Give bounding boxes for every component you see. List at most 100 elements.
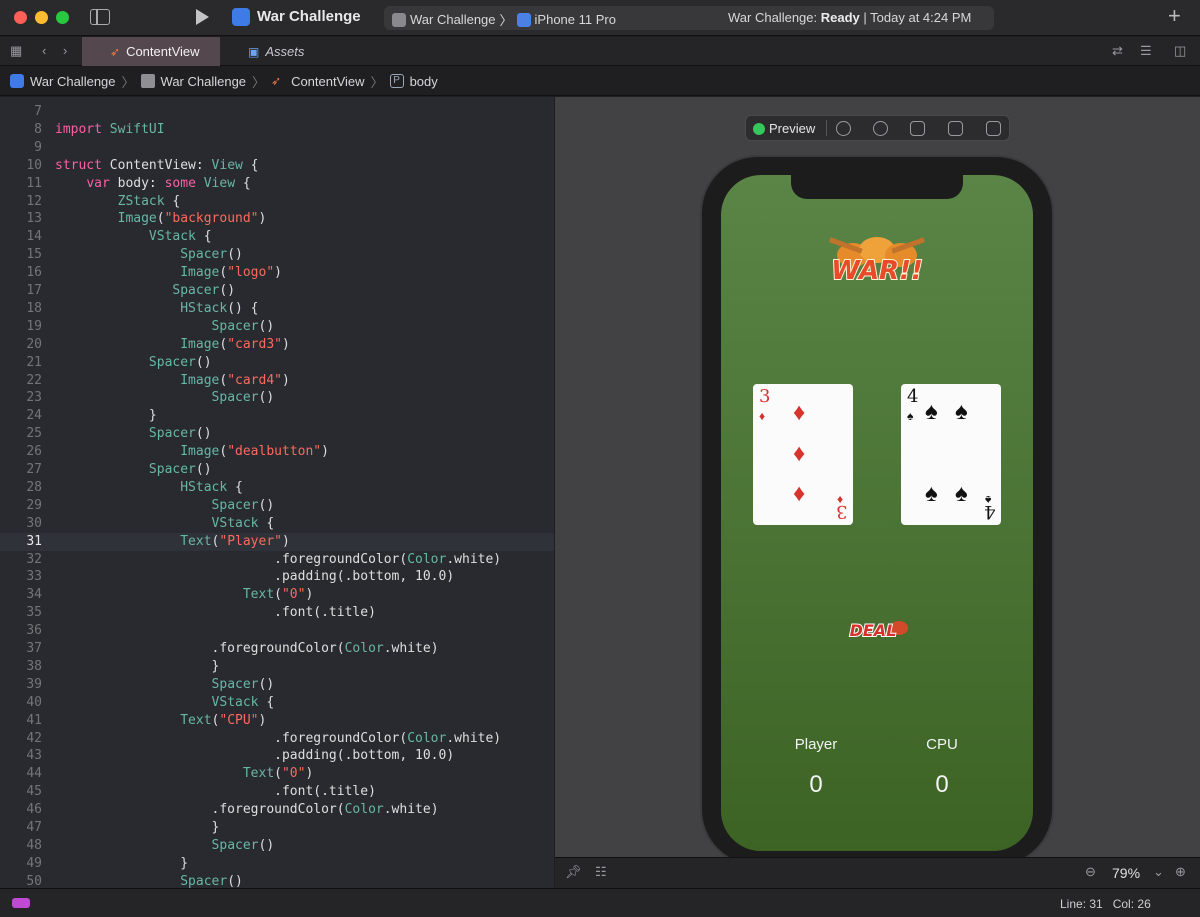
code-line[interactable]: 14 VStack { [0, 228, 554, 246]
code-line[interactable]: 27 Spacer() [0, 461, 554, 479]
swift-icon: ➶ [110, 44, 121, 59]
code-line[interactable]: 39 Spacer() [0, 676, 554, 694]
code-line[interactable]: 38 } [0, 658, 554, 676]
code-editor[interactable]: 7 8 import SwiftUI 9 10 struct ContentView: V… [0, 97, 554, 888]
destination-name[interactable]: iPhone 11 Pro [535, 12, 616, 27]
scheme-selector[interactable]: War Challenge 〉 iPhone 11 Pro [392, 10, 616, 29]
minimize-window-button[interactable] [35, 11, 48, 24]
editor-options-icon[interactable]: ☰ [1140, 44, 1152, 58]
code-line[interactable]: 48 Spacer() [0, 837, 554, 855]
code-line[interactable]: 16 Image("logo") [0, 264, 554, 282]
line-number: 33 [26, 569, 42, 585]
code-line[interactable]: 43 .padding(.bottom, 10.0) [0, 747, 554, 765]
preview-label[interactable]: Preview [769, 121, 815, 136]
tab-contentview[interactable]: ➶ ContentView [82, 37, 220, 66]
code-line[interactable]: 13 Image("background") [0, 210, 554, 228]
deal-button[interactable]: DEAL [843, 616, 911, 644]
device-settings-icon[interactable] [948, 121, 963, 136]
code-line[interactable]: 24 } [0, 407, 554, 425]
code-line[interactable]: 12 ZStack { [0, 193, 554, 211]
code-line[interactable]: 22 Image("card4") [0, 372, 554, 390]
zoom-window-button[interactable] [56, 11, 69, 24]
player-label: Player [794, 736, 838, 753]
tab-bar: ▦ ‹ › ➶ ContentView ▣ Assets ⇄ ☰ ◫ [0, 37, 1200, 66]
zoom-out-icon[interactable]: ⊖ [1085, 865, 1096, 879]
code-line[interactable]: 29 Spacer() [0, 497, 554, 515]
back-icon[interactable]: ‹ [42, 44, 46, 58]
inspect-icon[interactable] [873, 121, 888, 136]
breadcrumb: War Challenge 〉 War Challenge 〉 ➶ Conten… [0, 67, 1200, 96]
breadcrumb-group[interactable]: War Challenge [161, 74, 247, 89]
line-number: 28 [26, 479, 42, 495]
code-line[interactable]: 34 Text("0") [0, 586, 554, 604]
line-number: 18 [26, 300, 42, 316]
code-line[interactable]: 32 .foregroundColor(Color.white) [0, 551, 554, 569]
code-line[interactable]: 18 HStack() { [0, 300, 554, 318]
code-line[interactable]: 23 Spacer() [0, 389, 554, 407]
code-line[interactable]: 42 .foregroundColor(Color.white) [0, 730, 554, 748]
live-preview-icon[interactable] [836, 121, 851, 136]
pin-icon[interactable]: 📌︎ [565, 865, 582, 879]
breadcrumb-file[interactable]: ContentView [291, 74, 364, 89]
code-line[interactable]: 35 .font(.title) [0, 604, 554, 622]
line-number: Line: 31 [1060, 897, 1103, 911]
code-line[interactable]: 25 Spacer() [0, 425, 554, 443]
chevron-down-icon[interactable]: ⌄ [1153, 865, 1164, 879]
code-line[interactable]: 44 Text("0") [0, 765, 554, 783]
code-text: Spacer() [211, 497, 275, 513]
debug-area-toggle-icon[interactable] [12, 898, 30, 908]
zoom-level[interactable]: 79% [1112, 865, 1140, 881]
code-line[interactable]: 7 [0, 103, 554, 121]
code-line[interactable]: 40 VStack { [0, 694, 554, 712]
close-window-button[interactable] [14, 11, 27, 24]
tab-assets[interactable]: ▣ Assets [220, 37, 340, 66]
line-number: 29 [26, 497, 42, 513]
zoom-in-icon[interactable]: ⊕ [1175, 865, 1186, 879]
breadcrumb-symbol[interactable]: body [410, 74, 438, 89]
forward-icon[interactable]: › [63, 44, 67, 58]
code-line[interactable]: 21 Spacer() [0, 354, 554, 372]
breadcrumb-project[interactable]: War Challenge [30, 74, 116, 89]
line-number: 40 [26, 694, 42, 710]
code-line[interactable]: 8 import SwiftUI [0, 121, 554, 139]
code-text: Image("card3") [180, 336, 290, 352]
code-line[interactable]: 45 .font(.title) [0, 783, 554, 801]
code-line[interactable]: 33 .padding(.bottom, 10.0) [0, 568, 554, 586]
code-line[interactable]: 26 Image("dealbutton") [0, 443, 554, 461]
code-text: .font(.title) [55, 784, 376, 800]
code-line[interactable]: 49 } [0, 855, 554, 873]
adjustments-icon[interactable]: ☷ [595, 865, 607, 879]
rotate-icon[interactable] [910, 121, 925, 136]
code-line[interactable]: 37 .foregroundColor(Color.white) [0, 640, 554, 658]
grid-icon[interactable]: ▦ [10, 44, 22, 58]
add-icon[interactable]: + [1168, 5, 1181, 27]
code-line[interactable]: 20 Image("card3") [0, 336, 554, 354]
code-line[interactable]: 41 Text("CPU") [0, 712, 554, 730]
split-editor-icon[interactable]: ◫ [1174, 44, 1186, 58]
code-line[interactable]: 19 Spacer() [0, 318, 554, 336]
code-line[interactable]: 17 Spacer() [0, 282, 554, 300]
duplicate-preview-icon[interactable] [986, 121, 1001, 136]
code-line[interactable]: 10 struct ContentView: View { [0, 157, 554, 175]
code-line[interactable]: 30 VStack { [0, 515, 554, 533]
navigator-toggle-icon[interactable] [90, 9, 110, 25]
code-line[interactable]: 28 HStack { [0, 479, 554, 497]
code-text: HStack() { [180, 300, 259, 316]
code-line[interactable]: 50 Spacer() [0, 873, 554, 888]
swap-icon[interactable]: ⇄ [1112, 44, 1123, 58]
folder-icon [140, 74, 155, 88]
code-line[interactable]: 47 } [0, 819, 554, 837]
phone-notch [791, 175, 963, 199]
card-right-pip: ♠ [955, 480, 968, 507]
code-line[interactable]: 9 [0, 139, 554, 157]
code-line[interactable]: 11 var body: some View { [0, 175, 554, 193]
line-number: 47 [26, 820, 42, 835]
code-line[interactable]: 36 [0, 622, 554, 640]
code-text: .padding(.bottom, 10.0) [55, 569, 455, 585]
app-icon [232, 8, 250, 26]
code-line[interactable]: 46 .foregroundColor(Color.white) [0, 801, 554, 819]
code-line[interactable]: 15 Spacer() [0, 246, 554, 264]
code-line[interactable]: 31 Text("Player") [0, 532, 554, 551]
run-button[interactable] [193, 8, 211, 26]
project-icon [10, 74, 24, 88]
